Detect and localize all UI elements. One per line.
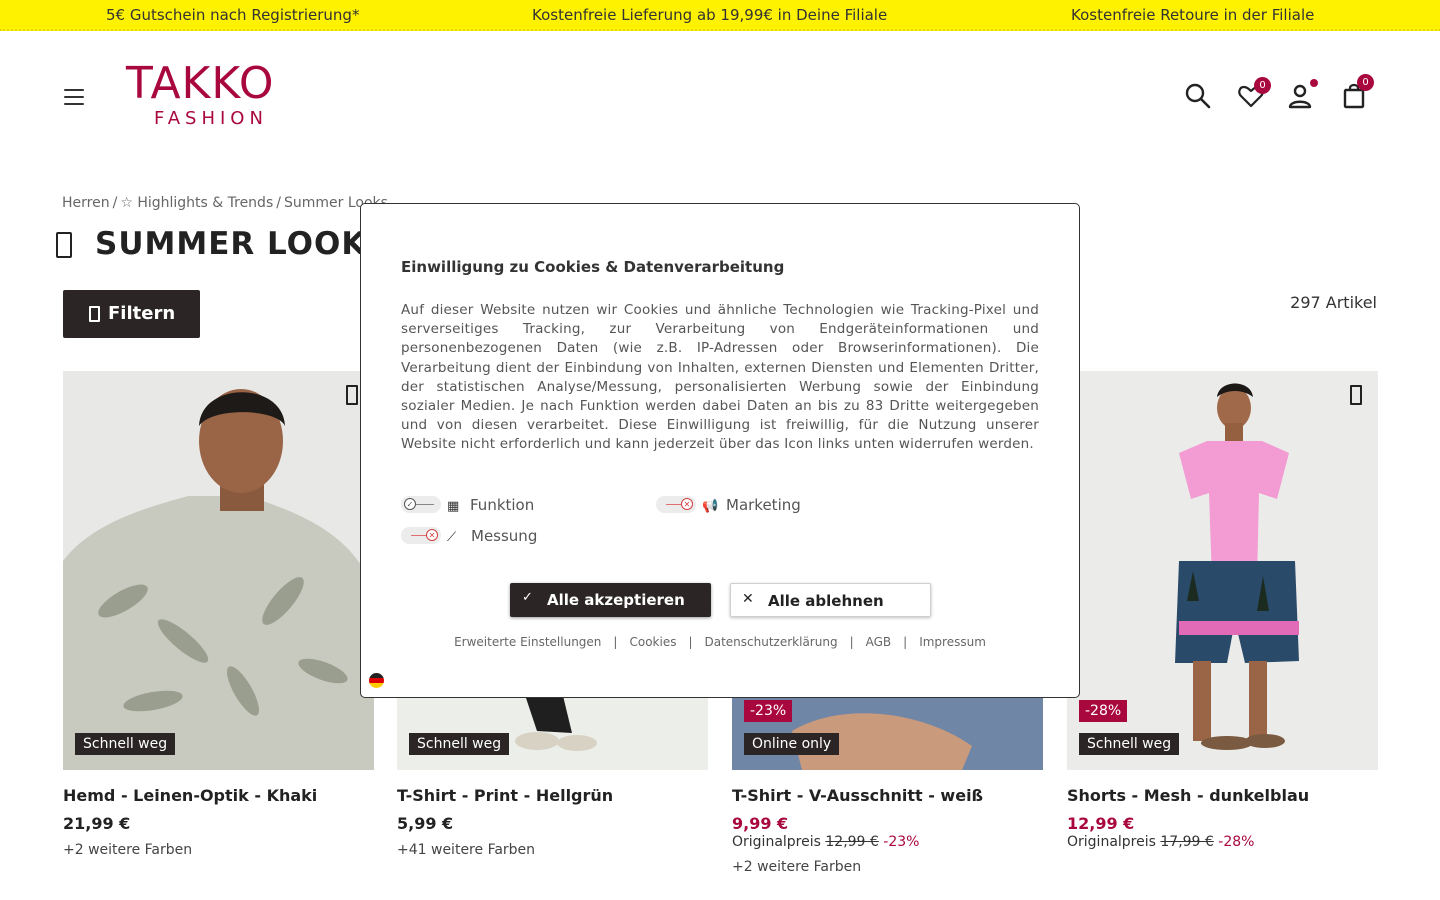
product-more-colors[interactable]: +2 weitere Farben [732, 859, 861, 875]
original-price-discount: -23% [883, 834, 920, 850]
toggle-marketing-label: Marketing [726, 496, 801, 514]
product-name[interactable]: T-Shirt - Print - Hellgrün [397, 786, 613, 805]
link-privacy[interactable]: Datenschutzerklärung [705, 635, 838, 649]
breadcrumb: Herren / ☆ Highlights & Trends / Summer Look… [62, 195, 388, 211]
account-notification-dot [1310, 79, 1318, 87]
page-title: SUMMER LOOKS [95, 226, 390, 262]
product-badge: Online only [744, 733, 840, 755]
product-price: 21,99 € [63, 814, 131, 833]
product-name[interactable]: T-Shirt - V-Ausschnitt - weiß [732, 786, 983, 805]
product-sale-price: 12,99 € [1067, 814, 1135, 833]
wishlist-count-badge: 0 [1254, 77, 1271, 94]
menu-icon[interactable] [64, 89, 84, 105]
chart-trend-icon: ⟋ [447, 530, 457, 545]
promo-voucher[interactable]: 5€ Gutschein nach Registrierung* [106, 6, 359, 24]
german-flag-icon[interactable] [369, 673, 384, 688]
breadcrumb-highlights[interactable]: ☆ Highlights & Trends [120, 195, 273, 211]
check-icon: ✓ [522, 590, 533, 605]
logo-subtitle: FASHION [154, 108, 268, 129]
original-price-value: 12,99 € [825, 834, 879, 850]
filter-button[interactable]: Filtern [63, 290, 200, 338]
accept-all-label: Alle akzeptieren [547, 591, 685, 609]
product-name[interactable]: Hemd - Leinen-Optik - Khaki [63, 786, 317, 805]
product-image[interactable]: Schnell weg [63, 371, 374, 770]
original-price-label: Originalpreis [1067, 834, 1156, 850]
product-image[interactable]: -28% Schnell weg [1067, 371, 1378, 770]
toggle-marketing[interactable]: ✕ [656, 496, 696, 513]
original-price-value: 17,99 € [1160, 834, 1214, 850]
cookie-footer-links: Erweiterte Einstellungen | Cookies | Datensc… [454, 635, 986, 649]
toggle-messung-label: Messung [471, 527, 538, 545]
product-sale-price: 9,99 € [732, 814, 789, 833]
filter-label: Filtern [108, 303, 176, 324]
product-original-price: Originalpreis 17,99 € -28% [1067, 834, 1254, 850]
product-photo-shirt [63, 371, 374, 770]
account-button[interactable] [1287, 79, 1318, 110]
discount-badge: -28% [1079, 700, 1128, 722]
close-icon: ✕ [742, 591, 754, 607]
cookie-consent-dialog: Einwilligung zu Cookies & Datenverarbeit… [360, 203, 1080, 698]
cookie-dialog-body: Auf dieser Website nutzen wir Cookies un… [401, 302, 1039, 453]
toggle-funktion[interactable]: ✓ [401, 496, 441, 513]
reject-all-label: Alle ablehnen [768, 592, 884, 610]
breadcrumb-herren[interactable]: Herren [62, 195, 110, 211]
takko-logo[interactable]: TAKKO FASHION [126, 58, 316, 132]
product-name[interactable]: Shorts - Mesh - dunkelblau [1067, 786, 1309, 805]
link-advanced-settings[interactable]: Erweiterte Einstellungen [454, 635, 601, 649]
article-count: 297 Artikel [1290, 293, 1377, 312]
cart-button[interactable]: 0 [1341, 74, 1374, 110]
megaphone-icon: 📢 [702, 499, 719, 514]
product-price: 5,99 € [397, 814, 454, 833]
product-badge: Schnell weg [1079, 733, 1180, 755]
link-cookies[interactable]: Cookies [629, 635, 676, 649]
logo-wordmark: TAKKO [126, 58, 275, 109]
wishlist-button[interactable]: 0 [1237, 77, 1271, 110]
reject-all-button[interactable]: ✕ Alle ablehnen [730, 583, 931, 617]
link-impressum[interactable]: Impressum [919, 635, 986, 649]
promo-delivery[interactable]: Kostenfreie Lieferung ab 19,99€ in Deine… [532, 6, 887, 24]
wishlist-icon[interactable] [1350, 385, 1362, 405]
accept-all-button[interactable]: ✓ Alle akzeptieren [510, 583, 711, 617]
toggle-messung[interactable]: ✕ [401, 527, 441, 544]
product-badge: Schnell weg [75, 733, 176, 755]
wishlist-icon[interactable] [346, 385, 358, 405]
category-icon [56, 232, 72, 258]
promo-returns[interactable]: Kostenfreie Retoure in der Filiale [1071, 6, 1314, 24]
discount-badge: -23% [744, 700, 793, 722]
link-agb[interactable]: AGB [866, 635, 892, 649]
toggle-funktion-label: Funktion [470, 496, 535, 514]
original-price-discount: -28% [1218, 834, 1255, 850]
cookie-dialog-title: Einwilligung zu Cookies & Datenverarbeit… [401, 258, 785, 276]
search-icon[interactable] [1184, 82, 1212, 110]
promo-bar: 5€ Gutschein nach Registrierung* Kostenf… [0, 0, 1440, 31]
product-more-colors[interactable]: +2 weitere Farben [63, 842, 192, 858]
cart-count-badge: 0 [1357, 74, 1374, 91]
grid-icon: ▦ [447, 499, 460, 514]
product-original-price: Originalpreis 12,99 € -23% [732, 834, 919, 850]
product-more-colors[interactable]: +41 weitere Farben [397, 842, 535, 858]
filter-icon [89, 306, 100, 322]
product-badge: Schnell weg [409, 733, 510, 755]
original-price-label: Originalpreis [732, 834, 821, 850]
